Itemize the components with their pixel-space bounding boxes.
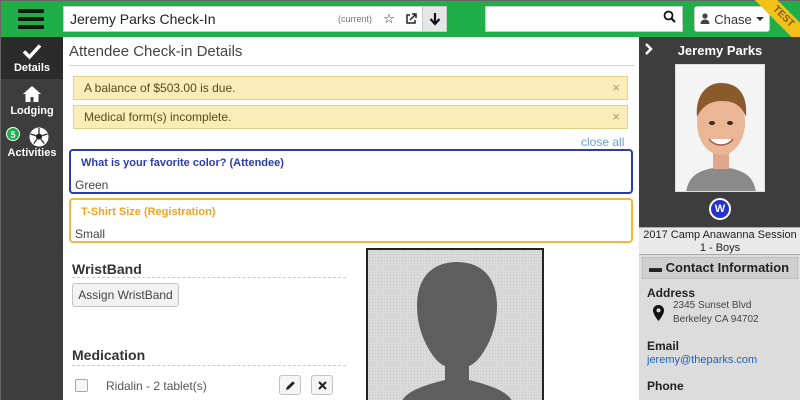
close-icon <box>317 380 327 390</box>
wristband-heading: WristBand <box>72 261 142 277</box>
question-answer: Green <box>75 178 109 192</box>
minus-icon: ▬ <box>649 260 666 275</box>
main-content: Attendee Check-in Details A balance of $… <box>63 37 639 400</box>
menu-bar <box>18 25 44 29</box>
page-title: Attendee Check-in Details <box>69 43 243 60</box>
address-value: 2345 Sunset Blvd Berkeley CA 94702 <box>673 299 759 327</box>
assign-wristband-button[interactable]: Assign WristBand <box>72 283 179 307</box>
top-bar: Jeremy Parks Check-In (current) ☆ Chase … <box>1 0 800 51</box>
map-pin-icon <box>653 305 664 326</box>
alert-text: Medical form(s) incomplete. <box>84 110 232 124</box>
menu-button[interactable] <box>9 6 53 32</box>
activities-count-badge: 5 <box>6 127 20 141</box>
session-name: 2017 Camp Anawanna Session 1 - Boys <box>639 227 800 255</box>
question-tshirt-size[interactable]: T-Shirt Size (Registration) Small <box>69 198 633 243</box>
attendee-photo <box>675 64 765 192</box>
nav-label: Details <box>13 62 51 74</box>
person-silhouette-icon <box>368 250 542 400</box>
nav-label: Lodging <box>10 105 54 117</box>
contact-heading: Contact Information <box>665 260 790 275</box>
pencil-icon <box>285 380 295 390</box>
close-icon[interactable]: × <box>612 106 620 128</box>
balance-alert: A balance of $503.00 is due. × <box>73 76 628 100</box>
question-label: What is your favorite color? (Attendee) <box>81 157 284 169</box>
close-all-link[interactable]: close all <box>581 135 624 149</box>
nav-item-lodging[interactable]: Lodging <box>1 83 63 123</box>
divider <box>72 277 346 278</box>
menu-bar <box>18 17 44 21</box>
external-link-icon[interactable] <box>400 7 422 31</box>
group-badge: W <box>709 198 731 220</box>
medication-heading: Medication <box>72 347 146 363</box>
question-answer: Small <box>75 227 106 241</box>
user-menu-button[interactable]: Chase <box>694 6 770 32</box>
contact-information-toggle[interactable]: ▬ Contact Information <box>642 257 798 279</box>
attendee-photo-placeholder[interactable] <box>366 248 544 400</box>
user-icon <box>700 12 710 27</box>
delete-medication-button[interactable] <box>311 375 333 395</box>
medication-row: Ridalin - 2 tablet(s) <box>75 375 335 397</box>
edit-medication-button[interactable] <box>279 375 301 395</box>
divider <box>69 65 635 66</box>
alert-text: A balance of $503.00 is due. <box>84 81 236 95</box>
nav-item-activities[interactable]: 5 Activities <box>1 125 63 165</box>
phone-label: Phone <box>647 379 684 393</box>
search-icon[interactable] <box>663 10 676 28</box>
left-nav: Details Lodging 5 Activities <box>1 37 63 400</box>
record-title: Jeremy Parks Check-In <box>70 11 216 27</box>
question-favorite-color[interactable]: What is your favorite color? (Attendee) … <box>69 149 633 194</box>
record-title-field[interactable]: Jeremy Parks Check-In (current) ☆ <box>63 6 447 32</box>
address-line: 2345 Sunset Blvd <box>673 300 752 311</box>
close-icon[interactable]: × <box>612 77 620 99</box>
chevron-down-icon <box>755 17 764 21</box>
medication-checkbox[interactable] <box>75 379 88 392</box>
attendee-header: Jeremy Parks W <box>639 37 800 227</box>
attendee-summary-panel: Jeremy Parks W 2017 Camp Anawanna Sessio… <box>639 37 800 400</box>
question-label: T-Shirt Size (Registration) <box>81 206 216 218</box>
check-icon <box>1 42 63 62</box>
user-name: Chase <box>714 11 752 27</box>
address-label: Address <box>647 286 696 300</box>
search-input[interactable] <box>485 6 683 32</box>
attendee-name: Jeremy Parks <box>677 43 763 58</box>
menu-bar <box>18 9 44 13</box>
download-arrow-icon[interactable] <box>422 7 446 31</box>
nav-label: Activities <box>7 147 57 159</box>
nav-item-details[interactable]: Details <box>1 37 63 79</box>
current-tag: (current) <box>337 14 372 24</box>
email-link[interactable]: jeremy@theparks.com <box>647 354 757 366</box>
star-icon[interactable]: ☆ <box>378 7 400 31</box>
address-line: Berkeley CA 94702 <box>673 314 759 325</box>
divider <box>72 365 346 366</box>
medical-alert: Medical form(s) incomplete. × <box>73 105 628 129</box>
medication-text: Ridalin - 2 tablet(s) <box>106 379 207 393</box>
email-label: Email <box>647 339 680 353</box>
home-icon <box>1 85 63 105</box>
